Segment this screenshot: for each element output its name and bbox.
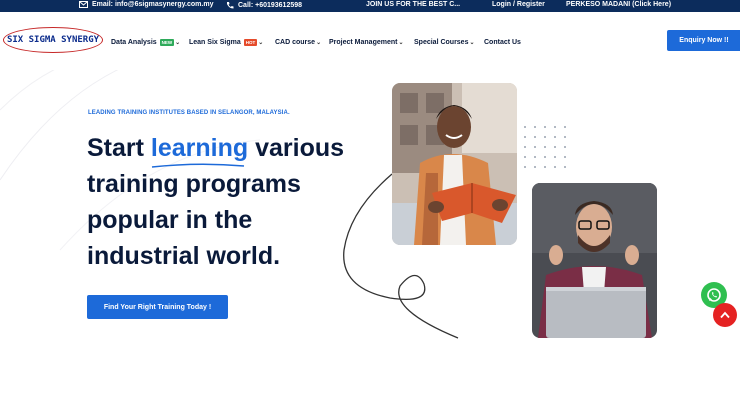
top-bar: Email: info@6sigmasynergy.com.my Call: +… [0, 0, 740, 12]
whatsapp-icon [707, 288, 721, 302]
phone-icon [227, 2, 234, 9]
student-reading-photo [392, 83, 517, 245]
nav-item-project-management[interactable]: Project Management ⌄ [329, 36, 404, 48]
man-laptop-photo [532, 183, 657, 338]
top-email[interactable]: Email: info@6sigmasynergy.com.my [79, 1, 213, 8]
perkeso-link[interactable]: PERKESO MADANI (Click Here) [566, 1, 671, 8]
chevron-down-icon: ⌄ [398, 39, 404, 46]
headline-underline [151, 163, 245, 168]
login-register-link[interactable]: Login / Register [492, 1, 545, 8]
enquiry-button[interactable]: Enquiry Now !! [667, 30, 740, 51]
hero-kicker: LEADING TRAINING INSTITUTES BASED IN SEL… [88, 110, 290, 116]
nav-item-cad-course[interactable]: CAD course ⌄ [275, 36, 321, 48]
nav-item-lean-six-sigma[interactable]: Lean Six Sigma HOT ⌄ [189, 36, 263, 48]
mail-icon [79, 1, 88, 8]
find-training-button[interactable]: Find Your Right Training Today ! [87, 295, 228, 319]
top-phone-text: Call: +60193612598 [238, 1, 303, 9]
top-phone[interactable]: Call: +60193612598 [226, 1, 302, 9]
scroll-to-top-button[interactable] [713, 303, 737, 327]
nav-item-contact-us[interactable]: Contact Us [484, 36, 521, 48]
new-badge: NEW [159, 38, 175, 46]
arrow-up-icon [720, 311, 730, 319]
chevron-down-icon: ⌄ [316, 39, 322, 46]
nav-item-special-courses[interactable]: Special Courses ⌄ [414, 36, 475, 48]
chevron-down-icon: ⌄ [258, 39, 264, 46]
hero-headline: Start learning various training programs… [87, 134, 345, 270]
chevron-down-icon: ⌄ [469, 39, 475, 46]
nav-item-data-analysis[interactable]: Data Analysis NEW ⌄ [111, 36, 180, 48]
top-marquee: JOIN US FOR THE BEST C... [366, 1, 461, 8]
site-logo[interactable]: SIX SIGMA SYNERGY [3, 27, 103, 53]
top-email-text: Email: info@6sigmasynergy.com.my [92, 1, 214, 8]
hot-badge: HOT [243, 38, 258, 46]
main-navigation: SIX SIGMA SYNERGY Data Analysis NEW ⌄ Le… [0, 12, 740, 70]
dot-grid [524, 126, 566, 168]
headline-accent: learning [150, 134, 249, 162]
chevron-down-icon: ⌄ [175, 39, 181, 46]
